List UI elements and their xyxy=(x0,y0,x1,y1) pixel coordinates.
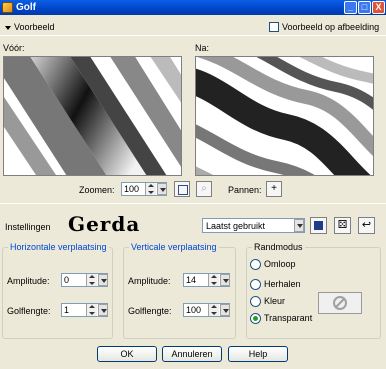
before-preview[interactable] xyxy=(3,56,182,176)
h-wavelength-label: Golflengte: xyxy=(7,306,51,316)
radio-wrap[interactable] xyxy=(250,259,261,270)
zoom-stepper[interactable] xyxy=(145,183,156,195)
app-icon xyxy=(2,2,13,13)
h-wavelength-stepper[interactable] xyxy=(86,304,97,316)
preset-value: Laatst gebruikt xyxy=(206,221,266,231)
no-color-icon xyxy=(333,296,347,310)
minimize-button[interactable]: _ xyxy=(344,1,357,14)
radio-wrap-label: Omloop xyxy=(264,259,296,269)
before-label: Vóór: xyxy=(3,43,25,53)
chevron-down-icon[interactable] xyxy=(98,304,108,316)
preview-on-image-checkbox[interactable] xyxy=(269,22,279,32)
pan-label: Pannen: xyxy=(228,185,262,195)
divider xyxy=(0,35,386,36)
horizontal-displacement-group: Horizontale verplaatsing Amplitude: 0 Go… xyxy=(2,242,113,339)
window-title: Golf xyxy=(16,2,36,13)
v-wavelength-stepper[interactable] xyxy=(208,304,219,316)
save-preset-button[interactable] xyxy=(310,217,327,234)
preview-toggle-label: Voorbeeld xyxy=(14,22,55,32)
help-button[interactable]: Help xyxy=(228,346,288,362)
edge-mode-legend: Randmodus xyxy=(252,242,305,253)
v-amplitude-label: Amplitude: xyxy=(128,276,171,286)
radio-color-label: Kleur xyxy=(264,296,286,306)
radio-color[interactable] xyxy=(250,296,261,307)
chevron-down-icon[interactable] xyxy=(220,304,230,316)
radio-transparent[interactable] xyxy=(250,313,261,324)
chevron-down-icon[interactable] xyxy=(98,274,108,286)
edge-mode-group: Randmodus Omloop Herhalen Kleur Transpar… xyxy=(246,242,381,339)
after-preview[interactable] xyxy=(195,56,374,176)
close-button[interactable]: X xyxy=(372,1,385,14)
h-wavelength-value: 1 xyxy=(64,305,70,315)
vertical-displacement-legend: Verticale verplaatsing xyxy=(129,242,219,253)
preset-dropdown[interactable]: Laatst gebruikt xyxy=(202,218,305,233)
zoom-input[interactable]: 100 xyxy=(121,182,167,196)
v-amplitude-input[interactable]: 14 xyxy=(183,273,230,287)
v-amplitude-value: 14 xyxy=(186,275,197,285)
horizontal-displacement-legend: Horizontale verplaatsing xyxy=(8,242,109,253)
h-wavelength-input[interactable]: 1 xyxy=(61,303,108,317)
zoom-label: Zoomen: xyxy=(79,185,115,195)
edge-color-swatch[interactable] xyxy=(318,292,362,314)
zoom-value: 100 xyxy=(124,184,140,194)
fit-zoom-button[interactable] xyxy=(174,181,190,197)
v-amplitude-stepper[interactable] xyxy=(208,274,219,286)
v-wavelength-input[interactable]: 100 xyxy=(183,303,230,317)
signature-logo: Gerda xyxy=(68,212,141,236)
radio-repeat[interactable] xyxy=(250,279,261,290)
chevron-down-icon[interactable] xyxy=(220,274,230,286)
zoom-tool-icon: ⌕ xyxy=(196,181,212,197)
preview-collapse-toggle[interactable]: Voorbeeld xyxy=(5,21,55,33)
vertical-displacement-group: Verticale verplaatsing Amplitude: 14 Gol… xyxy=(123,242,236,339)
maximize-button[interactable]: □ xyxy=(358,1,371,14)
randomize-button[interactable]: ⚄ xyxy=(334,217,351,234)
v-wavelength-label: Golflengte: xyxy=(128,306,172,316)
settings-label: Instellingen xyxy=(5,222,51,232)
after-label: Na: xyxy=(195,43,210,53)
h-amplitude-value: 0 xyxy=(64,275,70,285)
pan-button[interactable]: + xyxy=(266,181,282,197)
triangle-down-icon xyxy=(5,25,11,30)
title-bar: Golf _ □ X xyxy=(0,0,386,15)
v-wavelength-value: 100 xyxy=(186,305,202,315)
chevron-down-icon[interactable] xyxy=(294,219,304,232)
reset-button[interactable]: ↩ xyxy=(358,217,375,234)
h-amplitude-stepper[interactable] xyxy=(86,274,97,286)
cancel-button[interactable]: Annuleren xyxy=(162,346,222,362)
h-amplitude-label: Amplitude: xyxy=(7,276,50,286)
chevron-down-icon[interactable] xyxy=(157,183,167,195)
ok-button[interactable]: OK xyxy=(97,346,157,362)
h-amplitude-input[interactable]: 0 xyxy=(61,273,108,287)
divider xyxy=(0,203,386,204)
radio-repeat-label: Herhalen xyxy=(264,279,301,289)
radio-transparent-label: Transparant xyxy=(264,313,313,323)
preview-on-image-label: Voorbeeld op afbeelding xyxy=(282,22,380,32)
